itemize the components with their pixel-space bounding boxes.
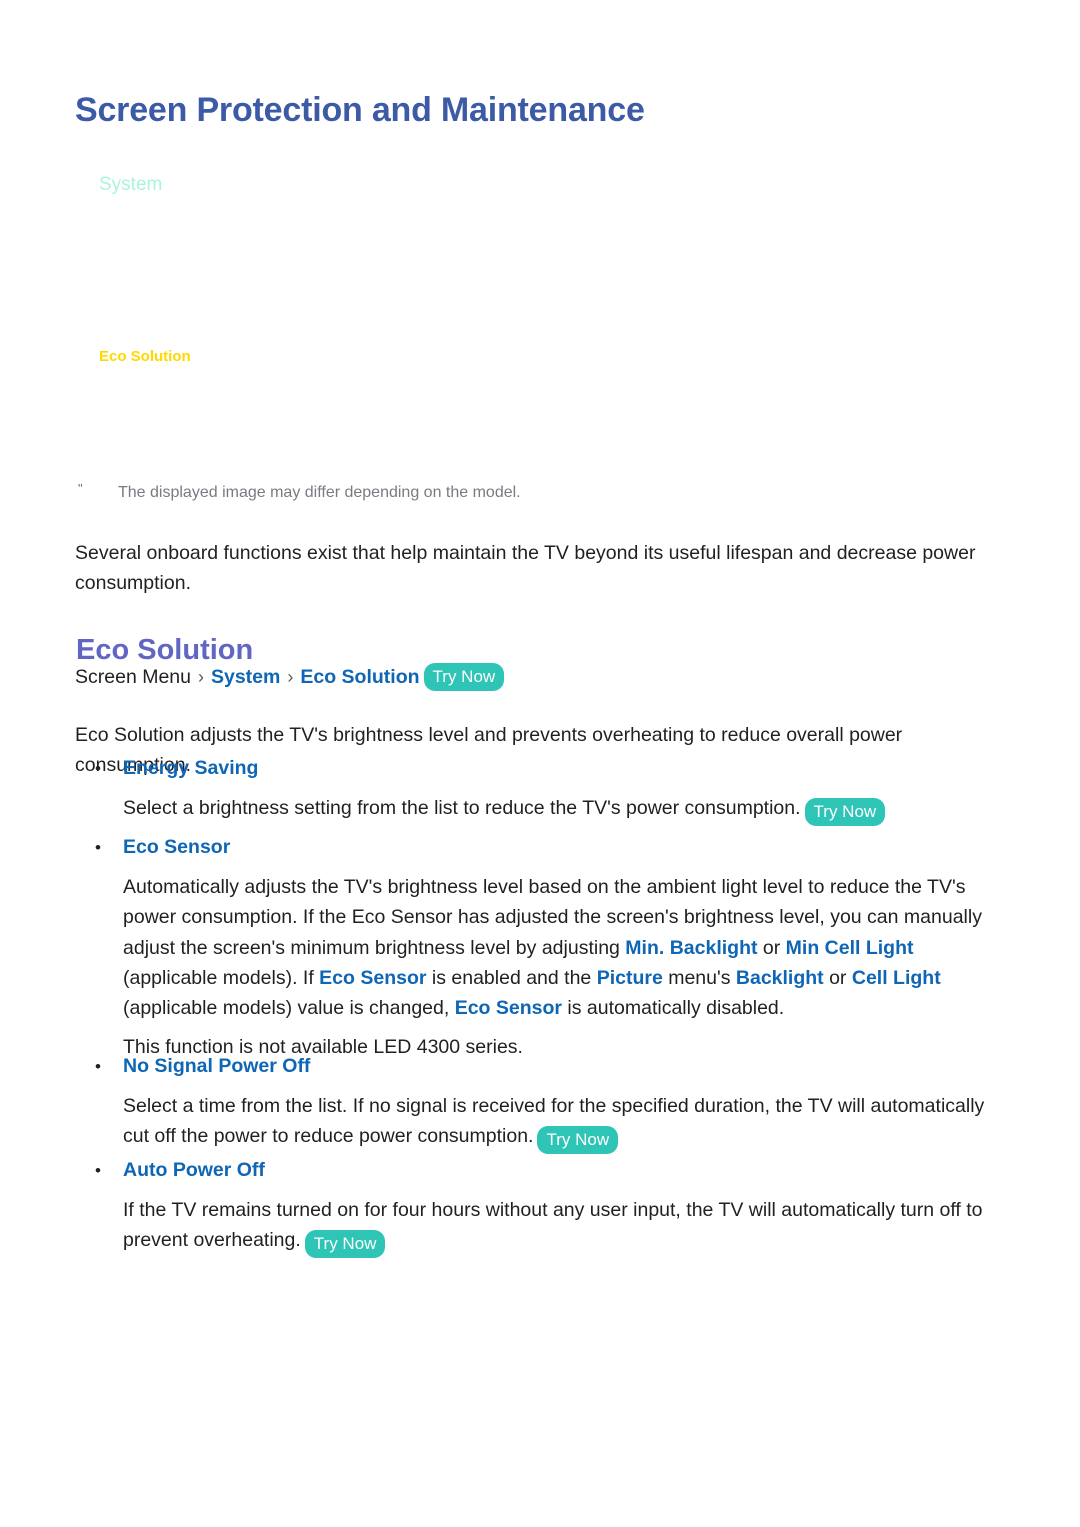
page-title: Screen Protection and Maintenance <box>75 90 645 129</box>
tv-menu-screenshot-illustration: System Eco Solution <box>75 150 1005 450</box>
bullet-dot-icon: • <box>95 838 101 857</box>
note-text: The displayed image may differ depending… <box>118 484 521 501</box>
note-marker-icon: " <box>78 481 83 496</box>
bullet-head: • No Signal Power Off <box>95 1055 1005 1078</box>
term-cell-light[interactable]: Cell Light <box>852 967 941 989</box>
list-item-eco-sensor: • Eco Sensor Automatically adjusts the T… <box>95 836 1005 1023</box>
bullet-label-no-signal-power-off[interactable]: No Signal Power Off <box>123 1055 310 1078</box>
try-now-badge-no-signal-power-off[interactable]: Try Now <box>537 1126 619 1155</box>
eco-sensor-text-seg3: (applicable models). If <box>123 966 320 989</box>
bullet-head: • Eco Sensor <box>95 836 1005 859</box>
term-min-cell-light[interactable]: Min Cell Light <box>786 937 914 959</box>
bullet-dot-icon: • <box>95 1057 101 1076</box>
breadcrumb-separator-2: › <box>287 666 294 687</box>
eco-sensor-text-seg4: is enabled and the <box>426 966 597 989</box>
list-item-auto-power-off: • Auto Power Off If the TV remains turne… <box>95 1159 1005 1259</box>
try-now-badge-auto-power-off[interactable]: Try Now <box>304 1230 386 1259</box>
term-eco-sensor-2[interactable]: Eco Sensor <box>455 997 562 1019</box>
term-picture[interactable]: Picture <box>597 967 663 989</box>
document-page: Screen Protection and Maintenance System… <box>0 0 1080 1527</box>
bullet-dot-icon: • <box>95 759 101 778</box>
bullet-body-auto-power-off: If the TV remains turned on for four hou… <box>123 1195 1005 1259</box>
bullet-body-text: If the TV remains turned on for four hou… <box>123 1199 983 1252</box>
bullet-body-energy-saving: Select a brightness setting from the lis… <box>123 793 1005 827</box>
breadcrumb-root: Screen Menu <box>75 665 191 688</box>
try-now-badge-energy-saving[interactable]: Try Now <box>804 798 886 827</box>
image-disclaimer-note: " The displayed image may differ dependi… <box>78 481 1008 504</box>
eco-sensor-text-seg8: is automatically disabled. <box>562 996 785 1019</box>
bullet-head: • Energy Saving <box>95 757 1005 780</box>
menu-label-system: System <box>99 174 163 195</box>
term-backlight[interactable]: Backlight <box>736 967 824 989</box>
list-item-energy-saving: • Energy Saving Select a brightness sett… <box>95 757 1005 827</box>
breadcrumb: Screen Menu › System › Eco Solution Try … <box>75 663 505 691</box>
intro-paragraph: Several onboard functions exist that hel… <box>75 541 976 594</box>
bullet-head: • Auto Power Off <box>95 1159 1005 1182</box>
try-now-badge-breadcrumb[interactable]: Try Now <box>423 663 505 691</box>
breadcrumb-item-eco-solution[interactable]: Eco Solution <box>300 666 419 689</box>
bullet-label-energy-saving[interactable]: Energy Saving <box>123 757 258 780</box>
menu-label-eco-solution: Eco Solution <box>99 348 191 365</box>
term-min-backlight[interactable]: Min. Backlight <box>625 937 757 959</box>
eco-sensor-text-seg5: menu's <box>662 966 736 989</box>
breadcrumb-separator-1: › <box>197 666 204 687</box>
term-eco-sensor-1[interactable]: Eco Sensor <box>319 967 426 989</box>
eco-sensor-text-seg6: or <box>823 966 852 989</box>
bullet-dot-icon: • <box>95 1161 101 1180</box>
bullet-body-text: Select a brightness setting from the lis… <box>123 797 801 820</box>
bullet-body-no-signal-power-off: Select a time from the list. If no signa… <box>123 1091 1005 1155</box>
bullet-body-eco-sensor: Automatically adjusts the TV's brightnes… <box>123 872 1005 1023</box>
bullet-label-eco-sensor[interactable]: Eco Sensor <box>123 836 230 859</box>
bullet-label-auto-power-off[interactable]: Auto Power Off <box>123 1159 265 1182</box>
eco-sensor-text-seg2: or <box>757 936 786 959</box>
breadcrumb-item-system[interactable]: System <box>211 666 280 689</box>
list-item-no-signal-power-off: • No Signal Power Off Select a time from… <box>95 1055 1005 1155</box>
eco-sensor-text-seg7: (applicable models) value is changed, <box>123 996 455 1019</box>
